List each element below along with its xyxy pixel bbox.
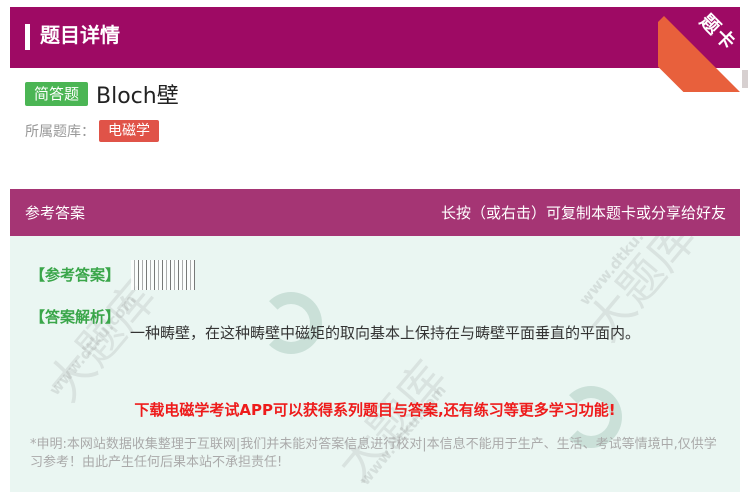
question-line: 简答题 Bloch壁 <box>25 81 179 109</box>
disclaimer-text: *申明:本网站数据收集整理于互联网|我们并未能对答案信息进行校对|本信息不能用于… <box>30 437 717 470</box>
header-accent-bar <box>25 24 30 50</box>
question-bank: 所属题库： 电磁学 <box>25 120 159 142</box>
page-title: 题目详情 <box>40 23 120 47</box>
bank-label: 所属题库： <box>25 124 95 140</box>
question-title: Bloch壁 <box>96 84 179 109</box>
question-card-ribbon[interactable]: 题卡 <box>658 0 750 92</box>
answer-body: 大题库 大题库 大题库 www.dtku.com www.dtku.com ww… <box>10 236 740 492</box>
analysis-text: 一种畴壁，在这种畴壁中磁矩的取向基本上保持在与畴壁平面垂直的平面内。 <box>130 324 641 342</box>
question-card-page: 题目详情 题卡 简答题 Bloch壁 所属题库： 电磁学 参考答案 长按（或右击… <box>0 0 750 492</box>
analysis-label: 【答案解析】 <box>30 308 121 326</box>
question-type-badge: 简答题 <box>25 82 89 106</box>
reference-answer-label: 【参考答案】 <box>30 266 121 284</box>
header: 题目详情 <box>10 7 740 68</box>
bank-tag-link[interactable]: 电磁学 <box>99 120 159 142</box>
ribbon-label: 题卡 <box>695 9 741 56</box>
copy-share-hint: 长按（或右击）可复制本题卡或分享给好友 <box>440 204 726 222</box>
answer-header: 参考答案 长按（或右击）可复制本题卡或分享给好友 <box>10 189 740 236</box>
reference-answer-image <box>131 260 195 290</box>
app-download-link[interactable]: 下载电磁学考试APP可以获得系列题目与答案,还有练习等更多学习功能! <box>10 399 740 420</box>
answer-header-title: 参考答案 <box>25 204 86 222</box>
ribbon-shadow <box>742 70 748 88</box>
